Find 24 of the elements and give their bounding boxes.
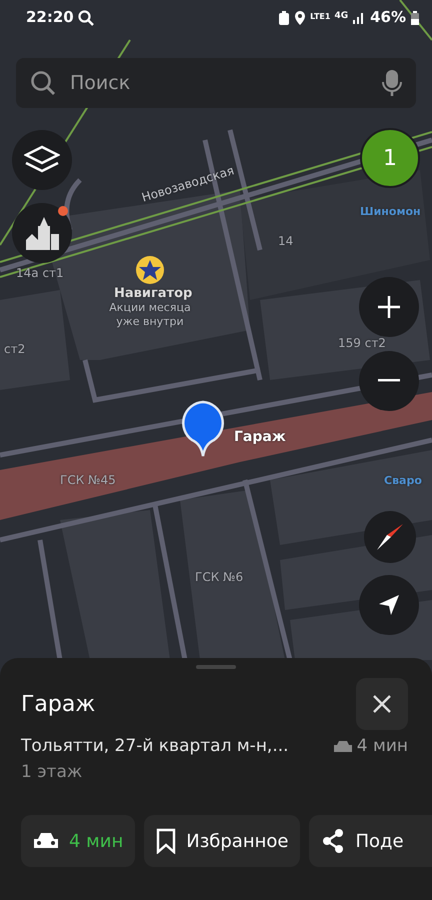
search-field[interactable]: Поиск — [16, 58, 416, 108]
carrier-label: LTE1 — [310, 11, 330, 23]
floor-text: 1 этаж — [21, 760, 82, 784]
network-label: 4G — [334, 10, 348, 24]
map-label: 14а ст1 — [16, 265, 64, 282]
map-label: ГСК №45 — [60, 472, 116, 489]
status-time: 22:20 — [26, 6, 74, 28]
poi-subtitle: Акции месяца уже внутри — [108, 301, 192, 328]
address-text: Тольятти, 27-й квартал м-н,... — [21, 735, 289, 758]
map-label: 14 — [278, 233, 294, 250]
drive-time: 4 мин — [356, 735, 408, 758]
route-button[interactable]: 4 мин — [21, 815, 136, 867]
pin-label: Гараж — [234, 428, 286, 447]
map-label: Сваро — [384, 473, 422, 489]
battery-percent: 46% — [370, 6, 406, 28]
map-label: Шиномон — [360, 204, 421, 220]
map-label: 159 ст2 — [338, 335, 386, 352]
favorite-button[interactable]: Избранное — [144, 815, 300, 867]
search-input[interactable]: Поиск — [68, 68, 370, 98]
place-title: Гараж — [21, 690, 96, 718]
map-label: ст2 — [4, 341, 26, 358]
share-button[interactable]: Поде — [309, 815, 432, 867]
map-label: ГСК №6 — [195, 569, 244, 586]
poi-title: Навигатор — [114, 285, 192, 303]
